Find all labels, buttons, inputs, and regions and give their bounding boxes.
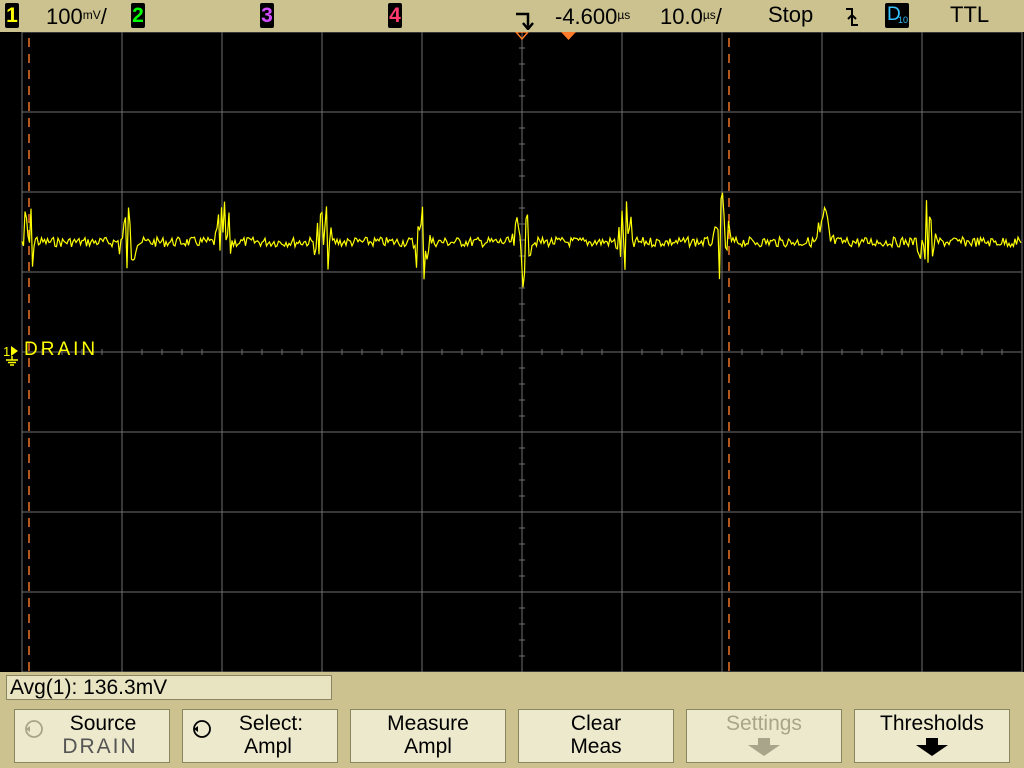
channel-1-scale-slash: / xyxy=(100,4,107,29)
graticule xyxy=(21,31,1023,673)
falling-edge-icon xyxy=(846,8,858,26)
run-state[interactable]: Stop xyxy=(768,0,813,32)
status-bar: 1 100mV/ 2 3 4 -4.600µs 10.0µs/ Stop D 1… xyxy=(0,0,1024,32)
delay-marker-icon xyxy=(516,12,534,30)
timebase-value: 10.0 xyxy=(660,4,703,29)
channel-4-indicator[interactable]: 4 xyxy=(388,3,402,28)
channel-1-scale-unit: mV xyxy=(82,8,101,22)
channel-3-indicator[interactable]: 3 xyxy=(260,3,274,28)
channel-1-scale: 100mV/ xyxy=(46,0,107,32)
trigger-source-sub: 10 xyxy=(898,15,909,25)
submenu-arrow-icon xyxy=(916,738,948,756)
submenu-arrow-icon xyxy=(748,738,780,756)
channel-2-indicator[interactable]: 2 xyxy=(131,3,145,28)
measure-softkey-label: Measure xyxy=(387,712,469,735)
thresholds-softkey-label: Thresholds xyxy=(880,712,984,735)
channel-1-indicator[interactable]: 1 xyxy=(5,3,19,28)
source-softkey[interactable]: Source DRAIN xyxy=(14,709,170,763)
delay-value: -4.600 xyxy=(555,4,618,29)
timebase-slash: / xyxy=(715,4,722,29)
settings-softkey[interactable]: Settings xyxy=(686,709,842,763)
channel-1-ground-marker-icon[interactable]: 1 xyxy=(2,342,22,366)
time-cursors xyxy=(28,38,730,672)
timebase-readout: 10.0µs/ xyxy=(660,0,722,32)
thresholds-softkey[interactable]: Thresholds xyxy=(854,709,1010,763)
timebase-unit: µs xyxy=(702,8,716,22)
delay-readout: -4.600µs xyxy=(555,0,630,32)
delay-unit: µs xyxy=(617,8,631,22)
waveform-display[interactable]: 1 DRAIN xyxy=(0,31,1024,673)
softkey-bar: Avg(1): 136.3mV Source DRAIN Select: Amp… xyxy=(0,672,1024,768)
select-softkey[interactable]: Select: Ampl xyxy=(182,709,338,763)
channel-1-scale-value: 100 xyxy=(46,4,83,29)
settings-softkey-label: Settings xyxy=(726,712,802,735)
clear-meas-softkey[interactable]: Clear Meas xyxy=(518,709,674,763)
measurement-readout: Avg(1): 136.3mV xyxy=(6,675,332,700)
measure-ampl-softkey[interactable]: Measure Ampl xyxy=(350,709,506,763)
clear-softkey-value: Meas xyxy=(570,735,622,758)
trigger-source-indicator[interactable]: D 10 xyxy=(885,3,909,28)
trigger-position-marker-icon[interactable] xyxy=(561,32,576,40)
clear-softkey-label: Clear xyxy=(570,712,622,735)
waveform-svg xyxy=(21,31,1023,673)
entry-knob-icon xyxy=(193,720,211,738)
channel-1-label: DRAIN xyxy=(24,339,99,360)
trigger-level: TTL xyxy=(950,2,990,27)
entry-knob-icon xyxy=(25,720,43,738)
ground-marker-number: 1 xyxy=(3,344,10,359)
measure-softkey-value: Ampl xyxy=(404,735,452,758)
